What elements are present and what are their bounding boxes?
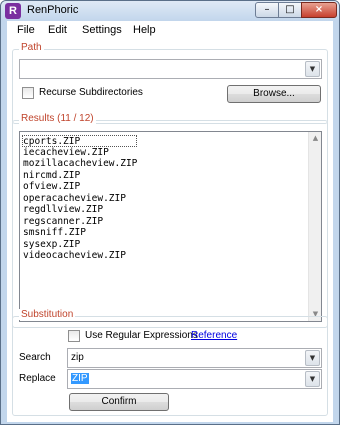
close-button[interactable]: ×	[301, 2, 337, 18]
list-item[interactable]: regdllview.ZIP	[23, 204, 137, 216]
menu-edit[interactable]: Edit	[48, 24, 67, 36]
arrow-up-icon[interactable]: ▲	[309, 132, 322, 145]
recurse-subdirectories-label: Recurse Subdirectories	[39, 87, 143, 98]
replace-combobox[interactable]: ZIP ▼	[67, 369, 322, 389]
replace-label: Replace	[19, 373, 56, 384]
list-item[interactable]: smsniff.ZIP	[23, 227, 137, 239]
menu-bar: File Edit Settings Help	[7, 21, 333, 41]
list-item[interactable]: operacacheview.ZIP	[23, 193, 137, 205]
use-regex-checkbox[interactable]	[68, 330, 80, 342]
minimize-button[interactable]: –	[255, 2, 279, 18]
list-item[interactable]: ofview.ZIP	[23, 181, 137, 193]
list-item[interactable]: mozillacacheview.ZIP	[23, 158, 137, 170]
list-item[interactable]: sysexp.ZIP	[23, 239, 137, 251]
results-listbox[interactable]: cports.ZIP iecacheview.ZIP mozillacachev…	[19, 131, 322, 322]
results-scrollbar[interactable]: ▲ ▼	[308, 132, 321, 321]
reference-link[interactable]: Reference	[191, 330, 237, 341]
menu-help[interactable]: Help	[133, 24, 156, 36]
list-item[interactable]: regscanner.ZIP	[23, 216, 137, 228]
results-list: cports.ZIP iecacheview.ZIP mozillacachev…	[22, 135, 138, 262]
substitution-group-title: Substitution	[19, 309, 76, 320]
window-title: RenPhoric	[27, 4, 79, 16]
client-area: File Edit Settings Help Path ▼ Recurse S…	[7, 21, 333, 422]
results-group-title: Results (11 / 12)	[19, 113, 96, 124]
menu-file[interactable]: File	[17, 24, 35, 36]
chevron-down-icon[interactable]: ▼	[305, 350, 320, 366]
list-item[interactable]: nircmd.ZIP	[23, 170, 137, 182]
browse-button[interactable]: Browse...	[227, 85, 321, 103]
results-group: Results (11 / 12) cports.ZIP iecacheview…	[12, 113, 328, 328]
title-bar[interactable]: R RenPhoric – □ ×	[1, 1, 339, 21]
recurse-subdirectories-checkbox[interactable]	[22, 87, 34, 99]
app-logo-icon: R	[5, 3, 21, 19]
app-window: R RenPhoric – □ × File Edit Settings Hel…	[0, 0, 340, 425]
list-item[interactable]: videocacheview.ZIP	[23, 250, 137, 262]
search-value: zip	[71, 352, 84, 363]
confirm-button[interactable]: Confirm	[69, 393, 169, 411]
use-regex-label: Use Regular Expressions	[85, 330, 198, 341]
chevron-down-icon[interactable]: ▼	[305, 61, 320, 77]
chevron-down-icon[interactable]: ▼	[305, 371, 320, 387]
list-item[interactable]: iecacheview.ZIP	[23, 147, 137, 159]
maximize-button[interactable]: □	[278, 2, 302, 18]
menu-settings[interactable]: Settings	[82, 24, 122, 36]
search-combobox[interactable]: zip ▼	[67, 348, 322, 368]
substitution-group: Substitution Use Regular Expressions Ref…	[12, 309, 328, 416]
path-combobox[interactable]: ▼	[19, 59, 322, 79]
search-label: Search	[19, 352, 51, 363]
list-item[interactable]: cports.ZIP	[22, 135, 138, 147]
path-group-title: Path	[19, 42, 44, 53]
replace-value: ZIP	[71, 373, 89, 384]
